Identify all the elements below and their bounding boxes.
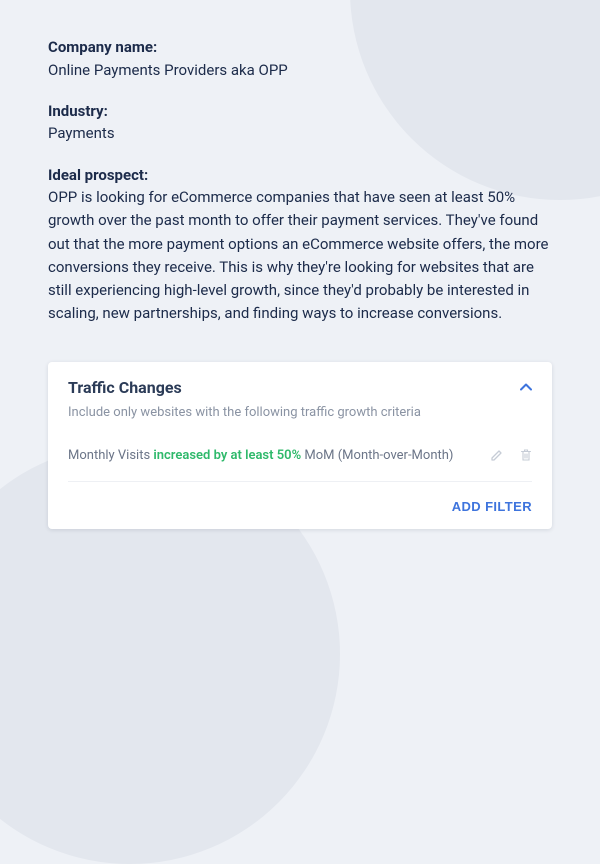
card-title: Traffic Changes [68, 378, 182, 397]
filter-highlight: increased by at least 50% [153, 448, 301, 463]
filter-row-actions [490, 448, 532, 462]
traffic-changes-card: Traffic Changes Include only websites wi… [48, 362, 552, 529]
edit-icon[interactable] [490, 448, 504, 462]
company-info-block: Company name: Online Payments Providers … [0, 0, 600, 326]
filter-suffix: MoM (Month-over-Month) [301, 448, 453, 463]
filter-prefix: Monthly Visits [68, 448, 153, 463]
ideal-prospect-label: Ideal prospect: [48, 164, 552, 187]
trash-icon[interactable] [520, 448, 532, 462]
card-subtitle: Include only websites with the following… [68, 405, 532, 420]
card-header[interactable]: Traffic Changes [68, 378, 532, 397]
chevron-up-icon[interactable] [520, 379, 532, 395]
industry-value: Payments [48, 122, 552, 145]
industry-label: Industry: [48, 100, 552, 123]
company-name-value: Online Payments Providers aka OPP [48, 59, 552, 82]
company-name-label: Company name: [48, 36, 552, 59]
add-filter-row: ADD FILTER [68, 496, 532, 515]
ideal-prospect-text: OPP is looking for eCommerce companies t… [48, 186, 552, 326]
filter-row: Monthly Visits increased by at least 50%… [68, 448, 532, 482]
filter-text: Monthly Visits increased by at least 50%… [68, 448, 490, 463]
add-filter-button[interactable]: ADD FILTER [452, 499, 532, 514]
